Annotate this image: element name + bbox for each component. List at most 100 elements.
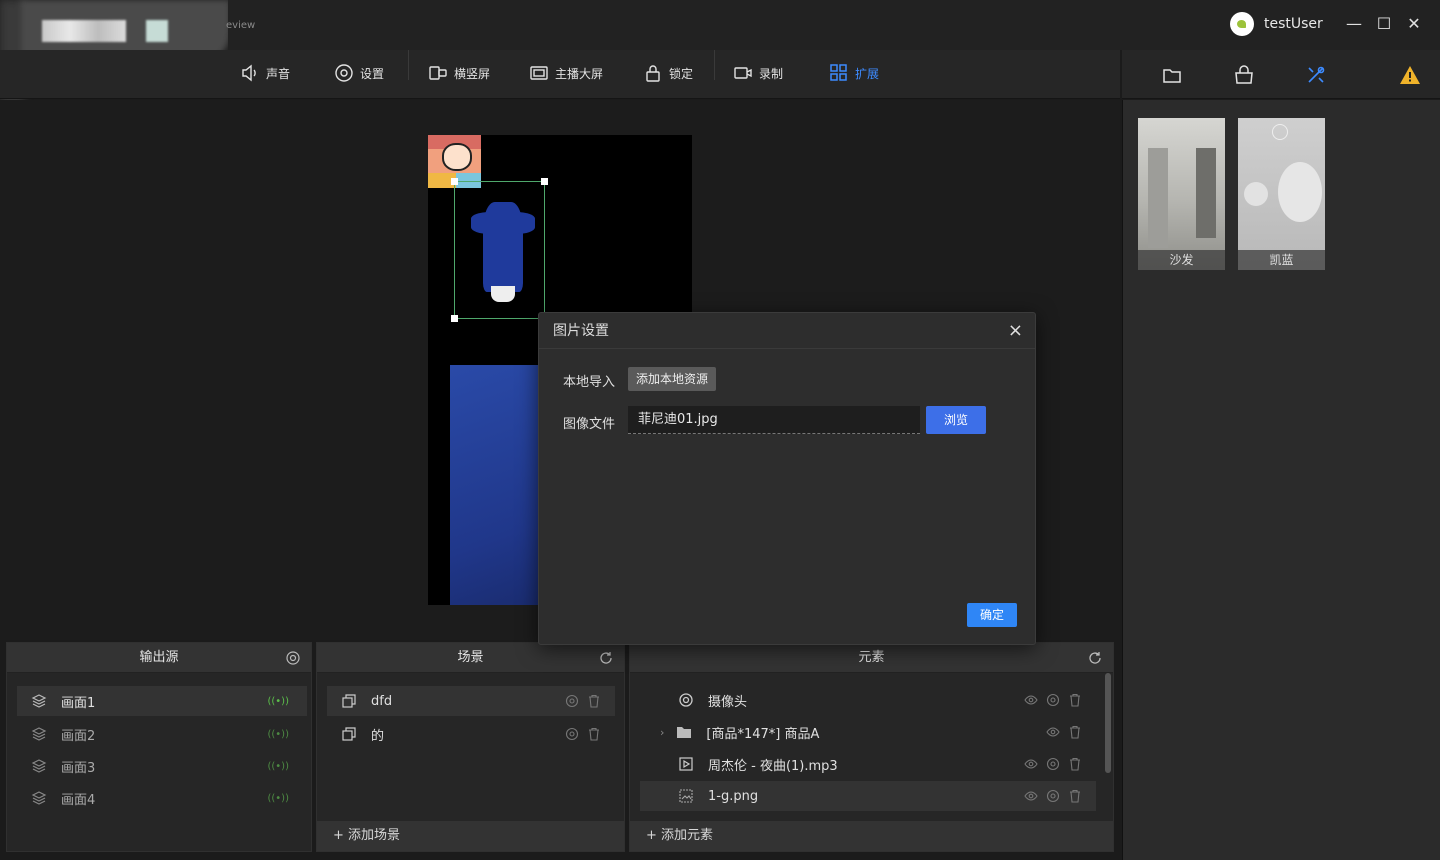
tools-icon[interactable] — [1305, 64, 1327, 86]
local-import-label: 本地导入 — [563, 375, 616, 390]
element-label: 摄像头 — [708, 694, 748, 710]
eye-icon[interactable] — [1046, 725, 1060, 739]
scene-item[interactable]: dfd — [327, 686, 615, 716]
resize-handle[interactable] — [451, 178, 458, 185]
element-item-tools — [1046, 725, 1082, 739]
output-source-item[interactable]: 画面2 ((•)) — [17, 719, 307, 749]
gear-icon[interactable] — [1046, 693, 1060, 707]
broadcast-icon[interactable]: ((•)) — [267, 761, 289, 772]
trash-icon[interactable] — [1068, 725, 1082, 739]
shop-bag-icon[interactable] — [1233, 64, 1255, 86]
gear-icon[interactable] — [565, 727, 579, 741]
output-source-item[interactable]: 画面3 ((•)) — [17, 751, 307, 781]
eye-icon[interactable] — [1024, 789, 1038, 803]
asset-thumbnail[interactable]: 凯蓝 — [1238, 118, 1325, 270]
trash-icon[interactable] — [587, 727, 601, 741]
toolbar-orientation-button[interactable]: 横竖屏 — [428, 63, 490, 83]
trash-icon[interactable] — [1068, 789, 1082, 803]
resize-handle[interactable] — [541, 178, 548, 185]
output-source-label: 画面4 — [61, 792, 96, 808]
scene-title: 场景 — [457, 650, 484, 665]
toolbar-bigscreen-button[interactable]: 主播大屏 — [529, 63, 603, 83]
scene-label: dfd — [371, 693, 393, 709]
broadcast-icon[interactable]: ((•)) — [267, 793, 289, 804]
asset-library: 沙发 凯蓝 — [1122, 100, 1440, 860]
image-settings-dialog: 图片设置 × 本地导入 添加本地资源 图像文件 菲尼迪01.jpg 浏览 确定 — [538, 312, 1036, 645]
layers-icon — [31, 727, 47, 741]
video-record-icon — [734, 67, 752, 79]
asset-thumb-detail — [1196, 148, 1216, 238]
gear-icon[interactable] — [565, 694, 579, 708]
toolbar-record-button[interactable]: 录制 — [733, 63, 783, 83]
background-image[interactable] — [450, 365, 538, 605]
scene-label: 的 — [371, 728, 385, 744]
add-scene-label: 添加场景 — [348, 828, 401, 843]
add-element-button[interactable]: + 添加元素 — [630, 821, 1113, 851]
speaker-icon — [242, 64, 256, 82]
toolbar-extend-button[interactable]: 扩展 — [829, 63, 879, 83]
eye-icon[interactable] — [1024, 693, 1038, 707]
broadcast-icon[interactable]: ((•)) — [267, 729, 289, 740]
trash-icon[interactable] — [1068, 757, 1082, 771]
trash-icon[interactable] — [1068, 693, 1082, 707]
scene-panel: 场景 dfd 的 + 添加场景 — [316, 642, 625, 852]
asset-thumbnail[interactable]: 沙发 — [1138, 118, 1225, 270]
element-item[interactable]: 周杰伦 - 夜曲(1).mp3 — [664, 749, 1096, 779]
scrollbar-thumb[interactable] — [1105, 673, 1111, 773]
close-button[interactable]: ✕ — [1402, 12, 1426, 36]
gear-icon[interactable] — [1046, 757, 1060, 771]
element-item[interactable]: › [商品*147*] 商品A — [656, 717, 1096, 747]
resize-handle[interactable] — [451, 315, 458, 322]
copy-icon — [342, 694, 356, 708]
dialog-title: 图片设置 — [553, 323, 609, 339]
maximize-button[interactable]: ☐ — [1372, 12, 1396, 36]
asset-thumb-detail — [1278, 162, 1322, 222]
add-scene-button[interactable]: + 添加场景 — [317, 821, 624, 851]
chevron-right-icon[interactable]: › — [660, 726, 664, 739]
layers-icon — [31, 759, 47, 773]
add-local-resource-button[interactable]: 添加本地资源 — [628, 367, 717, 391]
browse-button[interactable]: 浏览 — [926, 406, 986, 434]
toolbar-lock-button[interactable]: 锁定 — [643, 63, 693, 83]
element-label: [商品*147*] 商品A — [706, 726, 820, 742]
toolbar-divider — [408, 50, 409, 80]
trash-icon[interactable] — [587, 694, 601, 708]
title-bar: eview testUser — ☐ ✕ — [0, 0, 1440, 104]
close-icon[interactable]: × — [1008, 313, 1023, 349]
toolbar-settings-label: 设置 — [360, 66, 385, 81]
output-source-item[interactable]: 画面1 ((•)) — [17, 686, 307, 716]
toolbar-record-label: 录制 — [759, 66, 784, 81]
toolbar-orientation-label: 横竖屏 — [454, 66, 491, 81]
selected-image-frame[interactable] — [451, 178, 548, 322]
output-source-item[interactable]: 画面4 ((•)) — [17, 783, 307, 813]
scene-item[interactable]: 的 — [327, 719, 615, 749]
confirm-button[interactable]: 确定 — [967, 603, 1017, 627]
user-menu[interactable]: testUser — [1230, 12, 1323, 36]
element-item[interactable]: 摄像头 — [664, 685, 1096, 715]
output-source-panel: 输出源 画面1 ((•)) 画面2 ((•)) 画面3 ((•)) 画面4 ((… — [6, 642, 312, 852]
toolbar-sound-button[interactable]: 声音 — [240, 63, 290, 83]
refresh-icon[interactable] — [598, 650, 614, 666]
toolbar-settings-button[interactable]: 设置 — [334, 63, 384, 83]
element-item-tools — [1024, 693, 1082, 707]
warning-icon[interactable] — [1399, 64, 1421, 86]
element-item[interactable]: 1-g.png — [640, 781, 1096, 811]
asset-thumb-detail — [1272, 124, 1288, 140]
rotate-screen-icon — [429, 66, 447, 80]
element-item-tools — [1024, 789, 1082, 803]
gear-icon[interactable] — [285, 650, 301, 666]
plus-icon: + — [646, 828, 662, 843]
refresh-icon[interactable] — [1087, 650, 1103, 666]
broadcast-icon[interactable]: ((•)) — [267, 696, 289, 707]
minimize-button[interactable]: — — [1342, 12, 1366, 36]
eye-icon[interactable] — [1024, 757, 1038, 771]
fullscreen-icon — [530, 66, 548, 80]
grid-icon — [830, 64, 847, 81]
gear-icon[interactable] — [1046, 789, 1060, 803]
asset-thumb-detail — [1148, 148, 1168, 248]
asset-thumb-detail — [1244, 182, 1268, 206]
image-file-input[interactable]: 菲尼迪01.jpg — [628, 406, 920, 434]
folder-icon[interactable] — [1161, 64, 1183, 86]
scene-header: 场景 — [317, 643, 624, 673]
avatar — [1230, 12, 1254, 36]
